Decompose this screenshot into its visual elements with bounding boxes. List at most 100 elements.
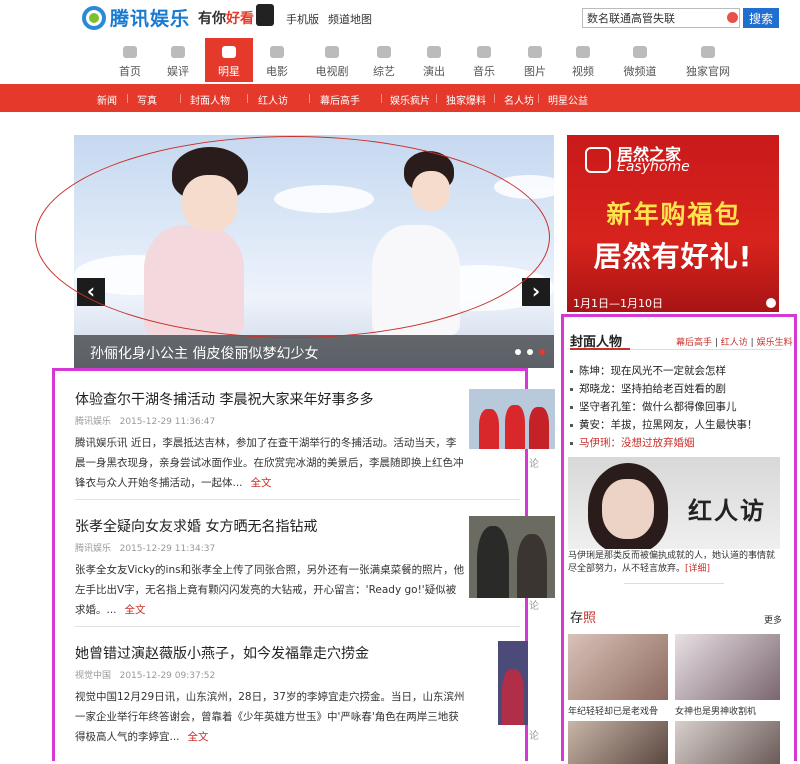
more-link[interactable]: 更多	[764, 613, 782, 626]
subnav-item-charity[interactable]: 明星公益	[548, 92, 588, 107]
ad-info-icon[interactable]	[766, 298, 776, 308]
news-title[interactable]: 体验查尔干湖冬捕活动 李晨祝大家来年好事多多	[75, 389, 520, 409]
news-title[interactable]: 张孝全疑向女友求婚 女方晒无名指钻戒	[75, 516, 520, 536]
cover-caption-text: 马伊琍是那类反而被偏执成就的人，她认道的事情就尽全部努力，从不轻言放弃。	[568, 551, 776, 574]
highlight-oval	[35, 136, 550, 338]
detail-link[interactable]: [详细]	[685, 564, 710, 574]
read-more-link[interactable]: 全文	[251, 477, 272, 489]
nav-item-video[interactable]: 视频	[559, 38, 607, 82]
ad-brand-en: Easyhome	[617, 159, 690, 175]
sidebar: 封面人物 幕后高手 | 红人访 | 娱乐生料 陈坤：现在风光不一定就会怎样 郑晓…	[561, 314, 797, 764]
logo[interactable]: 腾讯娱乐 有你好看	[82, 4, 254, 31]
cover-photo[interactable]: 红人访	[568, 457, 780, 549]
nav-item-micro-channel[interactable]: 微频道	[616, 38, 664, 82]
news-divider	[75, 626, 520, 627]
nav-item-music[interactable]: 音乐	[460, 38, 508, 82]
subnav-item-photoshoot[interactable]: 写真	[137, 92, 157, 107]
read-more-link[interactable]: 全文	[125, 604, 146, 616]
news-item: 体验查尔干湖冬捕活动 李晨祝大家来年好事多多 腾讯娱乐 2015-12-29 1…	[75, 389, 520, 493]
subnav-item-crazy-clips[interactable]: 娱乐疯片	[390, 92, 430, 107]
nav-item-pictures[interactable]: 图片	[511, 38, 559, 82]
news-time: 2015-12-29 11:36:47	[119, 417, 216, 427]
cover-tag[interactable]: 娱乐生料	[757, 338, 793, 348]
cover-caption: 马伊琍是那类反而被偏执成就的人，她认道的事情就尽全部努力，从不轻言放弃。[详细]	[568, 550, 780, 576]
subnav-divider	[247, 94, 248, 103]
news-thumbnail[interactable]	[498, 641, 528, 725]
nav-item-performance[interactable]: 演出	[410, 38, 458, 82]
search-input[interactable]	[582, 8, 740, 28]
cover-tag[interactable]: 幕后高手	[676, 338, 712, 348]
subnav-item-celebrity-visit[interactable]: 红人访	[258, 92, 288, 107]
cover-tags: 幕后高手 | 红人访 | 娱乐生料	[676, 338, 793, 348]
cover-headline-featured[interactable]: 马伊琍：没想过放弃婚姻	[570, 435, 695, 450]
subnav-item-cover-person[interactable]: 封面人物	[190, 92, 230, 107]
carousel-dot[interactable]	[527, 349, 533, 355]
nav-label: 明星	[218, 65, 240, 78]
play-icon	[576, 46, 590, 58]
nav-item-official-site[interactable]: 独家官网	[682, 38, 734, 82]
nav-label: 视频	[572, 65, 594, 78]
subnav-item-news[interactable]: 新闻	[97, 92, 117, 107]
news-source: 腾讯娱乐	[75, 544, 112, 554]
sitemap-link[interactable]: 频道地图	[328, 11, 372, 27]
slogan-suffix: 好看	[226, 10, 255, 27]
subnav-item-behind-scenes[interactable]: 幕后高手	[320, 92, 360, 107]
slogan: 有你好看	[198, 8, 254, 28]
news-summary: 腾讯娱乐讯 近日，李晨抵达吉林，参加了在查干湖举行的冬捕活动。活动当天，李晨一身…	[75, 433, 465, 493]
nav-item-home[interactable]: 首页	[106, 38, 154, 82]
comment-count[interactable]: 论	[529, 455, 539, 470]
variety-icon	[377, 46, 391, 58]
brand-name: 腾讯娱乐	[110, 8, 191, 30]
nav-label: 电影	[266, 65, 288, 78]
photo-caption[interactable]: 女神也是男神收割机	[675, 704, 756, 717]
advertisement[interactable]: 居然之家 Easyhome 新年购福包 居然有好礼! 1月1日—1月10日	[567, 135, 779, 312]
photo-thumbnail[interactable]	[568, 721, 668, 764]
photo-title-b: 照	[583, 611, 597, 626]
search-clear-icon[interactable]	[727, 12, 738, 23]
mobile-version-link[interactable]: 手机版	[286, 11, 319, 27]
photo-caption[interactable]: 年纪轻轻却已是老戏骨	[568, 704, 658, 717]
cover-headline[interactable]: 黄安：羊拔，拉黑网友，人生最快事！	[570, 417, 758, 432]
subnav-divider	[381, 94, 382, 103]
mobile-icon	[256, 4, 274, 26]
nav-label: 独家官网	[686, 65, 730, 78]
news-list: 体验查尔干湖冬捕活动 李晨祝大家来年好事多多 腾讯娱乐 2015-12-29 1…	[52, 368, 555, 761]
ad-headline: 新年购福包	[606, 200, 742, 229]
photo-thumbnail[interactable]	[675, 721, 780, 764]
nav-item-review[interactable]: 娱评	[154, 38, 202, 82]
ad-date: 1月1日—1月10日	[573, 297, 663, 310]
photo-thumbnail[interactable]	[568, 634, 668, 700]
news-title[interactable]: 她曾错过演赵薇版小燕子，如今发福靠走穴捞金	[75, 643, 520, 663]
cover-headline[interactable]: 陈坤：现在风光不一定就会怎样	[570, 363, 726, 378]
carousel-dot-active[interactable]	[539, 349, 545, 355]
nav-item-variety[interactable]: 综艺	[360, 38, 408, 82]
search-button[interactable]: 搜索	[743, 8, 779, 28]
nav-item-tv[interactable]: 电视剧	[308, 38, 356, 82]
news-time: 2015-12-29 11:34:37	[119, 544, 216, 554]
carousel-dot[interactable]	[515, 349, 521, 355]
slogan-prefix: 有你	[198, 10, 227, 27]
channel-icon	[633, 46, 647, 58]
subnav-item-exclusive[interactable]: 独家爆料	[446, 92, 486, 107]
banner-title[interactable]: 孙俪化身小公主 俏皮俊丽似梦幻少女	[90, 343, 318, 363]
cover-tag[interactable]: 红人访	[721, 338, 748, 348]
film-icon	[270, 46, 284, 58]
news-thumbnail[interactable]	[469, 389, 555, 449]
comment-count[interactable]: 论	[529, 727, 539, 742]
read-more-link[interactable]: 全文	[188, 731, 209, 743]
photo-title-a: 存	[570, 611, 584, 626]
subnav-divider	[309, 94, 310, 103]
nav-label: 演出	[423, 65, 445, 78]
nav-item-stars[interactable]: 明星	[205, 38, 253, 82]
nav-item-movie[interactable]: 电影	[253, 38, 301, 82]
photo-section-title[interactable]: 存照	[570, 607, 596, 626]
chevron-right-icon[interactable]: ›	[522, 278, 550, 306]
subnav-item-celebrity-hall[interactable]: 名人坊	[504, 92, 534, 107]
cover-headline[interactable]: 坚守者孔笙：做什么都得像回事儿	[570, 399, 737, 414]
cover-headline[interactable]: 郑晓龙：坚持拍给老百姓看的剧	[570, 381, 726, 396]
news-thumbnail[interactable]	[469, 516, 555, 598]
photo-thumbnail[interactable]	[675, 634, 780, 700]
section-divider	[624, 583, 724, 584]
tv-icon	[325, 46, 339, 58]
comment-count[interactable]: 论	[529, 597, 539, 612]
